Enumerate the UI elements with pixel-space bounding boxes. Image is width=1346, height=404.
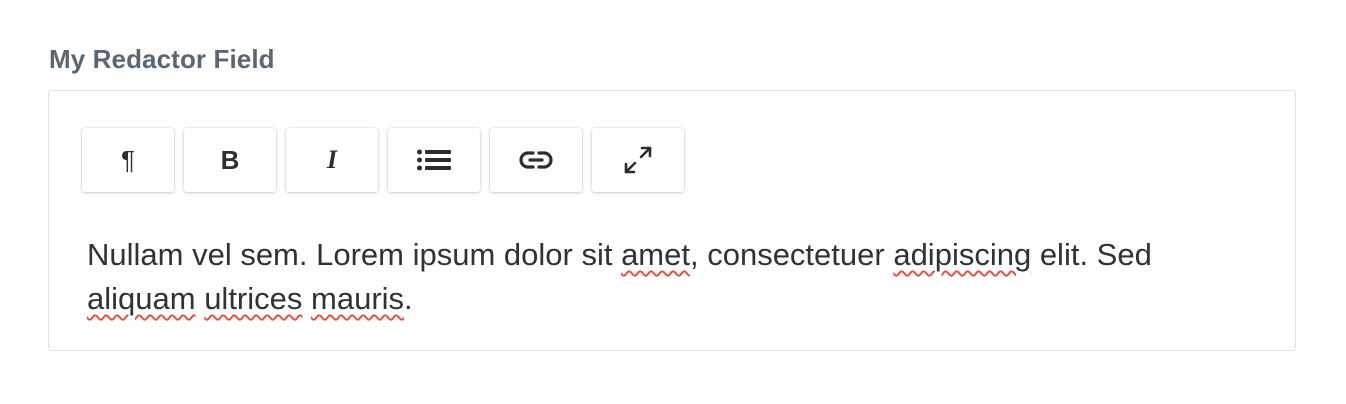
misspelled-word: ultrices bbox=[204, 281, 303, 316]
expand-icon bbox=[624, 146, 652, 174]
bold-button[interactable]: B bbox=[184, 128, 276, 192]
fullscreen-button[interactable] bbox=[592, 128, 684, 192]
misspelled-word: amet bbox=[621, 237, 690, 272]
misspelled-word: mauris bbox=[311, 281, 405, 316]
italic-button[interactable]: I bbox=[286, 128, 378, 192]
link-button[interactable] bbox=[490, 128, 582, 192]
text-segment: elit. Sed bbox=[1031, 237, 1152, 272]
bold-icon: B bbox=[220, 145, 240, 175]
text-segment: , consectetuer bbox=[689, 237, 894, 272]
editor-toolbar: ¶ B I bbox=[82, 128, 684, 192]
text-segment: . bbox=[404, 281, 413, 316]
text-segment bbox=[302, 281, 311, 316]
format-button[interactable]: ¶ bbox=[82, 128, 174, 192]
list-icon bbox=[417, 149, 451, 171]
editor-content[interactable]: Nullam vel sem. Lorem ipsum dolor sit am… bbox=[87, 233, 1257, 321]
redactor-editor: ¶ B I Nullam vel sem. Lorem ipsum dolor … bbox=[48, 90, 1296, 351]
field-label: My Redactor Field bbox=[49, 44, 275, 74]
misspelled-word: adipiscing bbox=[893, 237, 1032, 272]
italic-icon: I bbox=[326, 145, 338, 174]
link-icon bbox=[519, 151, 553, 169]
text-segment: Nullam vel sem. Lorem ipsum dolor sit bbox=[87, 237, 622, 272]
redactor-field: My Redactor Field ¶ B I Nullam vel sem. … bbox=[0, 0, 1346, 404]
misspelled-word: aliquam bbox=[87, 281, 196, 316]
text-segment bbox=[196, 281, 205, 316]
lists-button[interactable] bbox=[388, 128, 480, 192]
paragraph-icon: ¶ bbox=[121, 145, 135, 175]
